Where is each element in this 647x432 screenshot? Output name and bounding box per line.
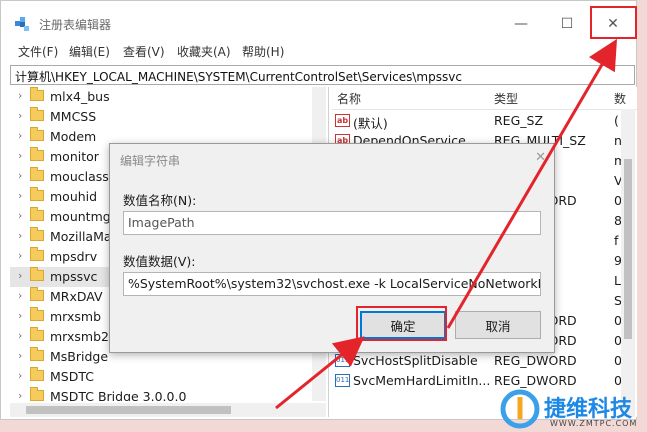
- arrow-to-ok: [275, 336, 365, 410]
- annotation-arrows: [275, 38, 618, 410]
- arrow-to-close: [446, 38, 618, 329]
- brand-logo-icon: [500, 389, 540, 429]
- brand-url: WWW.ZMTPC.COM: [550, 419, 638, 428]
- watermark-logo: 捷维科技 WWW.ZMTPC.COM: [500, 387, 645, 432]
